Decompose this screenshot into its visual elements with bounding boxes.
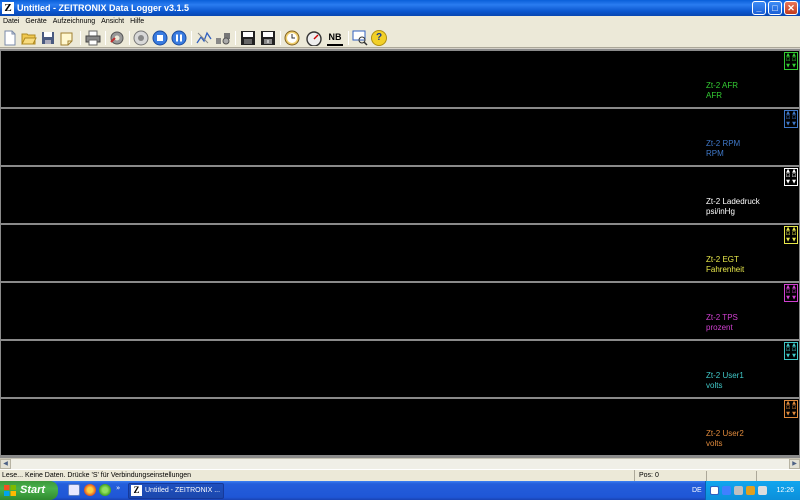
tray-app-icon[interactable]: [734, 486, 743, 495]
channel-panel-egt[interactable]: Zt-2 EGT Fahrenheit ▲ ▲ ⊡ ⊡ ▼ ▼: [1, 225, 799, 281]
channel-name: Zt-2 TPS: [706, 313, 738, 322]
channel-panel-tps[interactable]: Zt-2 TPS prozent ▲ ▲ ⊡ ⊡ ▼ ▼: [1, 283, 799, 339]
channel-name: Zt-2 User1: [706, 371, 744, 380]
channel-unit: Fahrenheit: [706, 265, 745, 274]
channel-unit: prozent: [706, 323, 733, 332]
windows-flag-icon: [4, 485, 16, 496]
new-file-icon[interactable]: [2, 30, 18, 46]
open-folder-icon[interactable]: [21, 30, 37, 46]
show-desktop-icon[interactable]: [68, 484, 80, 496]
minimize-button[interactable]: _: [752, 1, 766, 15]
app-icon[interactable]: Z: [2, 2, 14, 14]
save-icon[interactable]: [40, 30, 56, 46]
channel-name: Zt-2 AFR: [706, 81, 739, 90]
clock[interactable]: 12:26: [776, 481, 794, 500]
system-tray: DE 12:26: [692, 481, 800, 500]
quicklaunch-icon[interactable]: [99, 484, 111, 496]
channel-panel-user1[interactable]: Zt-2 User1 volts ▲ ▲ ⊡ ⊡ ▼ ▼: [1, 341, 799, 397]
quicklaunch-expand-icon[interactable]: »: [116, 484, 120, 492]
horizontal-scrollbar[interactable]: ◀ ▶: [0, 458, 800, 469]
network-icon[interactable]: [710, 486, 719, 495]
status-cell: [706, 471, 756, 481]
channel-controls-icon[interactable]: ▲ ▲ ⊡ ⊡ ▼ ▼: [784, 226, 798, 244]
start-label: Start: [20, 484, 46, 496]
note-icon[interactable]: [59, 30, 75, 46]
channel-unit: volts: [706, 381, 723, 390]
start-button[interactable]: Start: [0, 481, 58, 500]
menu-ansicht[interactable]: Ansicht: [101, 16, 128, 28]
help-icon[interactable]: ?: [371, 30, 387, 46]
close-button[interactable]: ✕: [784, 1, 798, 15]
channel-unit: volts: [706, 439, 723, 448]
firefox-icon[interactable]: [84, 484, 96, 496]
menu-geraete[interactable]: Geräte: [25, 16, 50, 28]
channel-name: Zt-2 EGT: [706, 255, 739, 264]
status-cell: [756, 471, 800, 481]
menu-datei[interactable]: Datei: [3, 16, 23, 28]
chart-edit-icon[interactable]: [196, 30, 212, 46]
channel-unit: AFR: [706, 91, 722, 100]
channel-panel-user2[interactable]: Zt-2 User2 volts ▲ ▲ ⊡ ⊡ ▼ ▼: [1, 399, 799, 455]
taskbar-item-label: Untitled - ZEITRONIX ...: [145, 487, 221, 494]
window-title: Untitled - ZEITRONIX Data Logger v3.1.5: [17, 3, 190, 13]
stop-icon[interactable]: [152, 30, 168, 46]
channel-panel-rpm[interactable]: Zt-2 RPM RPM ▲ ▲ ⊡ ⊡ ▼ ▼: [1, 109, 799, 165]
menu-hilfe[interactable]: Hilfe: [130, 16, 148, 28]
scroll-left-icon[interactable]: ◀: [0, 459, 11, 469]
volume-icon[interactable]: [758, 486, 767, 495]
channel-controls-icon[interactable]: ▲ ▲ ⊡ ⊡ ▼ ▼: [784, 342, 798, 360]
channel-controls-icon[interactable]: ▲ ▲ ⊡ ⊡ ▼ ▼: [784, 110, 798, 128]
gauge-icon[interactable]: [306, 30, 322, 46]
export-icon[interactable]: [260, 30, 276, 46]
channel-name: Zt-2 RPM: [706, 139, 741, 148]
channel-panel-afr[interactable]: Zt-2 AFR AFR ▲ ▲ ⊡ ⊡ ▼ ▼: [1, 51, 799, 107]
scroll-right-icon[interactable]: ▶: [789, 459, 800, 469]
zeitronix-icon: Z: [131, 485, 142, 496]
menu-aufzeichnung[interactable]: Aufzeichnung: [53, 16, 99, 28]
menu-bar: Datei Geräte Aufzeichnung Ansicht Hilfe: [0, 16, 800, 28]
channel-controls-icon[interactable]: ▲ ▲ ⊡ ⊡ ▼ ▼: [784, 168, 798, 186]
chart-area: Zt-2 AFR AFR ▲ ▲ ⊡ ⊡ ▼ ▼ Zt-2 RPM RPM ▲ ▲ ⊡ ⊡ ▼ ▼ …: [0, 49, 800, 458]
taskbar-item-zeitronix[interactable]: Z Untitled - ZEITRONIX ...: [128, 483, 224, 499]
channel-controls-icon[interactable]: ▲ ▲ ⊡ ⊡ ▼ ▼: [784, 52, 798, 70]
toolbar: NB ?: [0, 28, 800, 48]
channel-panel-ladedruck[interactable]: Zt-2 Ladedruck psi/inHg ▲ ▲ ⊡ ⊡ ▼ ▼: [1, 167, 799, 223]
title-bar[interactable]: Z Untitled - ZEITRONIX Data Logger v3.1.…: [0, 0, 800, 16]
nb-icon[interactable]: NB: [327, 30, 343, 46]
settings-gear-icon[interactable]: [109, 30, 125, 46]
security-icon[interactable]: [746, 486, 755, 495]
bluetooth-icon[interactable]: [722, 486, 731, 495]
channel-controls-icon[interactable]: ▲ ▲ ⊡ ⊡ ▼ ▼: [784, 284, 798, 302]
window-controls: _ □ ✕: [752, 1, 798, 15]
channel-name: Zt-2 Ladedruck: [706, 197, 760, 206]
taskbar: Start » Z Untitled - ZEITRONIX ... DE 12…: [0, 481, 800, 500]
channel-name: Zt-2 User2: [706, 429, 744, 438]
channel-controls-icon[interactable]: ▲ ▲ ⊡ ⊡ ▼ ▼: [784, 400, 798, 418]
save-data-icon[interactable]: [240, 30, 256, 46]
record-icon[interactable]: [133, 30, 149, 46]
analyze-icon[interactable]: [215, 30, 231, 46]
status-bar: Lese... Keine Daten. Drücke 'S' für Verb…: [0, 469, 800, 482]
language-indicator[interactable]: DE: [692, 481, 702, 500]
search-icon[interactable]: [352, 30, 368, 46]
pause-icon[interactable]: [171, 30, 187, 46]
print-icon[interactable]: [85, 30, 101, 46]
channel-unit: psi/inHg: [706, 207, 735, 216]
maximize-button[interactable]: □: [768, 1, 782, 15]
clock-icon[interactable]: [284, 30, 300, 46]
channel-unit: RPM: [706, 149, 724, 158]
